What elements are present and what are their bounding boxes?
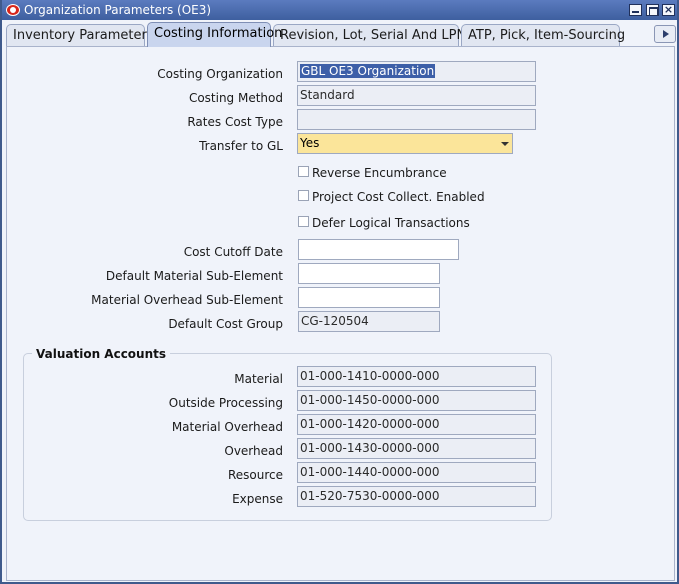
material-overhead-account-field[interactable]: 01-000-1420-0000-000 — [297, 414, 536, 435]
default-material-sub-element-label: Default Material Sub-Element — [105, 269, 283, 283]
outside-processing-account-field[interactable]: 01-000-1450-0000-000 — [297, 390, 536, 411]
cost-cutoff-date-label: Cost Cutoff Date — [183, 245, 283, 259]
organization-parameters-window: Organization Parameters (OE3) × Inventor… — [0, 0, 679, 584]
maximize-icon[interactable] — [646, 4, 659, 16]
valuation-accounts-title: Valuation Accounts — [32, 347, 171, 361]
transfer-to-gl-value: Yes — [300, 136, 320, 150]
rates-cost-type-field[interactable] — [297, 109, 536, 130]
default-cost-group-field[interactable]: CG-120504 — [298, 311, 440, 332]
transfer-to-gl-label: Transfer to GL — [199, 139, 283, 153]
material-account-field[interactable]: 01-000-1410-0000-000 — [297, 366, 536, 387]
defer-logical-transactions-label: Defer Logical Transactions — [312, 216, 470, 230]
project-cost-collect-label: Project Cost Collect. Enabled — [312, 190, 485, 204]
project-cost-collect-checkbox[interactable] — [298, 190, 309, 201]
chevron-down-icon[interactable] — [498, 134, 512, 153]
default-cost-group-label: Default Cost Group — [168, 317, 283, 331]
default-material-sub-element-field[interactable] — [298, 263, 440, 284]
outside-processing-account-label: Outside Processing — [168, 396, 283, 410]
close-icon[interactable]: × — [662, 4, 675, 16]
material-overhead-sub-element-field[interactable] — [298, 287, 440, 308]
material-overhead-account-label: Material Overhead — [171, 420, 283, 434]
resource-account-field[interactable]: 01-000-1440-0000-000 — [297, 462, 536, 483]
reverse-encumbrance-label: Reverse Encumbrance — [312, 166, 447, 180]
oracle-logo-icon — [6, 4, 20, 16]
tab-costing-information[interactable]: Costing Information — [147, 22, 282, 47]
rates-cost-type-label: Rates Cost Type — [187, 115, 283, 129]
tab-atp-pick-item-sourcing[interactable]: ATP, Pick, Item-Sourcing — [461, 24, 625, 46]
window-title: Organization Parameters (OE3) — [24, 3, 212, 17]
transfer-to-gl-select[interactable]: Yes — [297, 133, 513, 154]
expense-account-label: Expense — [232, 492, 283, 506]
costing-method-label: Costing Method — [188, 91, 283, 105]
defer-logical-transactions-checkbox[interactable] — [298, 216, 309, 227]
material-overhead-sub-element-label: Material Overhead Sub-Element — [91, 293, 283, 307]
cost-cutoff-date-field[interactable] — [298, 239, 459, 260]
title-bar: Organization Parameters (OE3) × — [2, 0, 677, 20]
minimize-icon[interactable] — [629, 4, 642, 16]
reverse-encumbrance-checkbox[interactable] — [298, 166, 309, 177]
tab-revision-lot-serial[interactable]: Revision, Lot, Serial And LPN — [273, 24, 466, 46]
costing-organization-label: Costing Organization — [157, 67, 283, 81]
costing-organization-field[interactable]: GBL OE3 Organization — [297, 61, 536, 82]
overhead-account-field[interactable]: 01-000-1430-0000-000 — [297, 438, 536, 459]
overhead-account-label: Overhead — [224, 444, 283, 458]
costing-organization-value: GBL OE3 Organization — [300, 64, 436, 78]
tab-strip: Inventory Parameters Costing Information… — [4, 22, 677, 47]
tab-scroll-right-icon[interactable] — [654, 25, 676, 43]
expense-account-field[interactable]: 01-520-7530-0000-000 — [297, 486, 536, 507]
resource-account-label: Resource — [227, 468, 283, 482]
material-account-label: Material — [234, 372, 283, 386]
tab-inventory-parameters[interactable]: Inventory Parameters — [6, 24, 154, 46]
costing-method-field[interactable]: Standard — [297, 85, 536, 106]
